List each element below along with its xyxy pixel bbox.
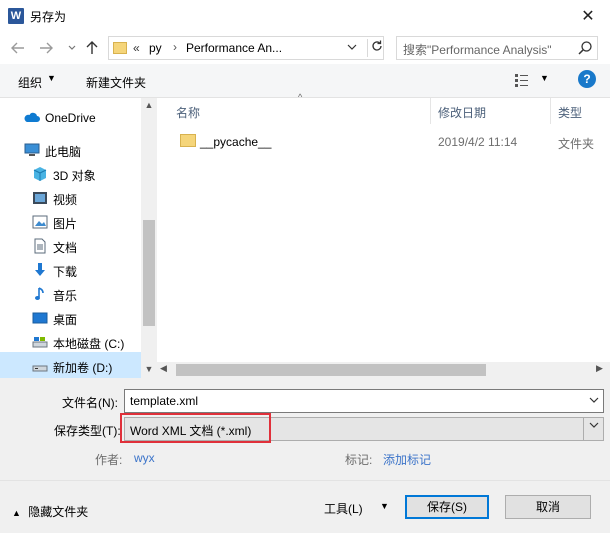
savetype-label: 保存类型(T): (54, 424, 121, 438)
divider (0, 480, 610, 481)
file-name[interactable]: __pycache__ (200, 135, 271, 149)
nav-label: 本地磁盘 (C:) (53, 337, 125, 351)
address-dropdown-icon[interactable] (347, 40, 357, 57)
organize-menu-button[interactable]: 组织 (18, 74, 42, 91)
up-arrow-icon[interactable] (84, 40, 100, 56)
tags-label: 标记: (345, 453, 373, 467)
title-bar (0, 0, 610, 32)
picture-icon (32, 214, 48, 230)
search-placeholder: 搜索"Performance Analysis" (403, 43, 552, 57)
nav-item-local-disk-c[interactable]: 本地磁盘 (C:) (0, 330, 141, 354)
column-header-name[interactable]: 名称 (176, 104, 200, 121)
scroll-left-icon[interactable]: ◀ (160, 363, 167, 374)
filename-value[interactable]: template.xml (130, 394, 198, 408)
annotation-highlight-box (120, 413, 271, 443)
author-label: 作者: (95, 453, 123, 467)
back-arrow-icon[interactable] (10, 40, 26, 56)
breadcrumb-performance-analysis[interactable]: Performance An... (186, 41, 282, 55)
folder-icon (180, 134, 196, 147)
filename-label: 文件名(N): (62, 396, 118, 410)
caret-down-icon[interactable]: ▼ (380, 501, 389, 511)
chevron-down-icon[interactable] (589, 393, 599, 410)
nav-item-new-volume-d[interactable]: 新加卷 (D:) (0, 354, 141, 378)
nav-label: 图片 (53, 217, 78, 231)
nav-item-pictures[interactable]: 图片 (0, 210, 141, 234)
save-button[interactable]: 保存(S) (405, 495, 489, 519)
author-value[interactable]: wyx (134, 451, 155, 465)
recent-locations-chevron-icon[interactable] (64, 40, 80, 56)
nav-label: 下载 (53, 265, 78, 279)
hide-folders-button[interactable]: ▲ 隐藏文件夹 (12, 503, 88, 520)
nav-label: 音乐 (53, 289, 78, 303)
scroll-right-icon[interactable]: ▶ (596, 363, 603, 374)
horizontal-scrollbar-thumb[interactable] (176, 364, 486, 376)
caret-down-icon[interactable]: ▼ (540, 73, 549, 83)
breadcrumb-py[interactable]: py (149, 41, 162, 55)
word-app-icon: W (8, 8, 24, 24)
folder-icon (113, 42, 127, 54)
chevron-up-icon: ▲ (12, 508, 21, 518)
refresh-icon[interactable] (367, 39, 383, 57)
nav-label: 此电脑 (45, 145, 82, 159)
nav-item-downloads[interactable]: 下载 (0, 258, 141, 282)
breadcrumb-separator-icon[interactable]: › (173, 40, 177, 54)
nav-label: 新加卷 (D:) (53, 361, 113, 375)
nav-item-this-pc[interactable]: 此电脑 (0, 138, 141, 162)
scroll-down-icon[interactable]: ▼ (141, 364, 157, 374)
search-icon[interactable] (577, 40, 593, 56)
file-type: 文件夹 (558, 137, 595, 151)
nav-label: 文档 (53, 241, 78, 255)
nav-item-desktop[interactable]: 桌面 (0, 306, 141, 330)
add-tags-link[interactable]: 添加标记 (383, 451, 431, 468)
drive-c-icon (32, 334, 48, 350)
address-bar[interactable]: « py › Performance An... (108, 36, 384, 60)
caret-down-icon[interactable]: ▼ (47, 73, 56, 83)
cancel-button[interactable]: 取消 (505, 495, 591, 519)
music-note-icon (32, 286, 48, 302)
drive-d-icon (32, 358, 48, 374)
column-divider[interactable] (550, 98, 551, 124)
column-header-modified[interactable]: 修改日期 (438, 104, 486, 121)
nav-item-3d-objects[interactable]: 3D 对象 (0, 162, 141, 186)
video-icon (32, 190, 48, 206)
tools-menu-button[interactable]: 工具(L) (324, 500, 363, 517)
help-icon[interactable]: ? (578, 70, 596, 88)
search-input[interactable]: 搜索"Performance Analysis" (396, 36, 598, 60)
sort-indicator-icon: ^ (298, 92, 303, 102)
window-title: 另存为 (30, 10, 67, 24)
new-folder-button[interactable]: 新建文件夹 (86, 74, 146, 91)
filename-field[interactable]: template.xml (124, 389, 604, 413)
nav-label: 桌面 (53, 313, 78, 327)
cloud-icon (24, 110, 40, 126)
nav-item-onedrive[interactable]: OneDrive (0, 106, 141, 130)
nav-label: 3D 对象 (53, 169, 96, 183)
nav-item-music[interactable]: 音乐 (0, 282, 141, 306)
column-header-type[interactable]: 类型 (558, 104, 582, 121)
nav-item-documents[interactable]: 文档 (0, 234, 141, 258)
nav-scrollbar-thumb[interactable] (143, 220, 155, 326)
overflow-chevrons-icon[interactable]: « (133, 41, 140, 55)
desktop-icon (32, 310, 48, 326)
document-icon (32, 238, 48, 254)
forward-arrow-icon[interactable] (38, 40, 54, 56)
nav-label: OneDrive (45, 111, 96, 125)
scroll-up-icon[interactable]: ▲ (141, 100, 157, 110)
file-modified-date: 2019/4/2 11:14 (438, 135, 518, 149)
computer-icon (24, 142, 40, 158)
nav-item-videos[interactable]: 视频 (0, 186, 141, 210)
download-arrow-icon (32, 262, 48, 278)
cube-3d-icon (32, 166, 48, 182)
view-options-icon[interactable] (514, 72, 530, 88)
column-divider[interactable] (430, 98, 431, 124)
close-button[interactable]: ✕ (566, 0, 610, 32)
hide-folders-label: 隐藏文件夹 (28, 505, 89, 519)
chevron-down-icon[interactable] (583, 418, 603, 440)
nav-label: 视频 (53, 193, 78, 207)
